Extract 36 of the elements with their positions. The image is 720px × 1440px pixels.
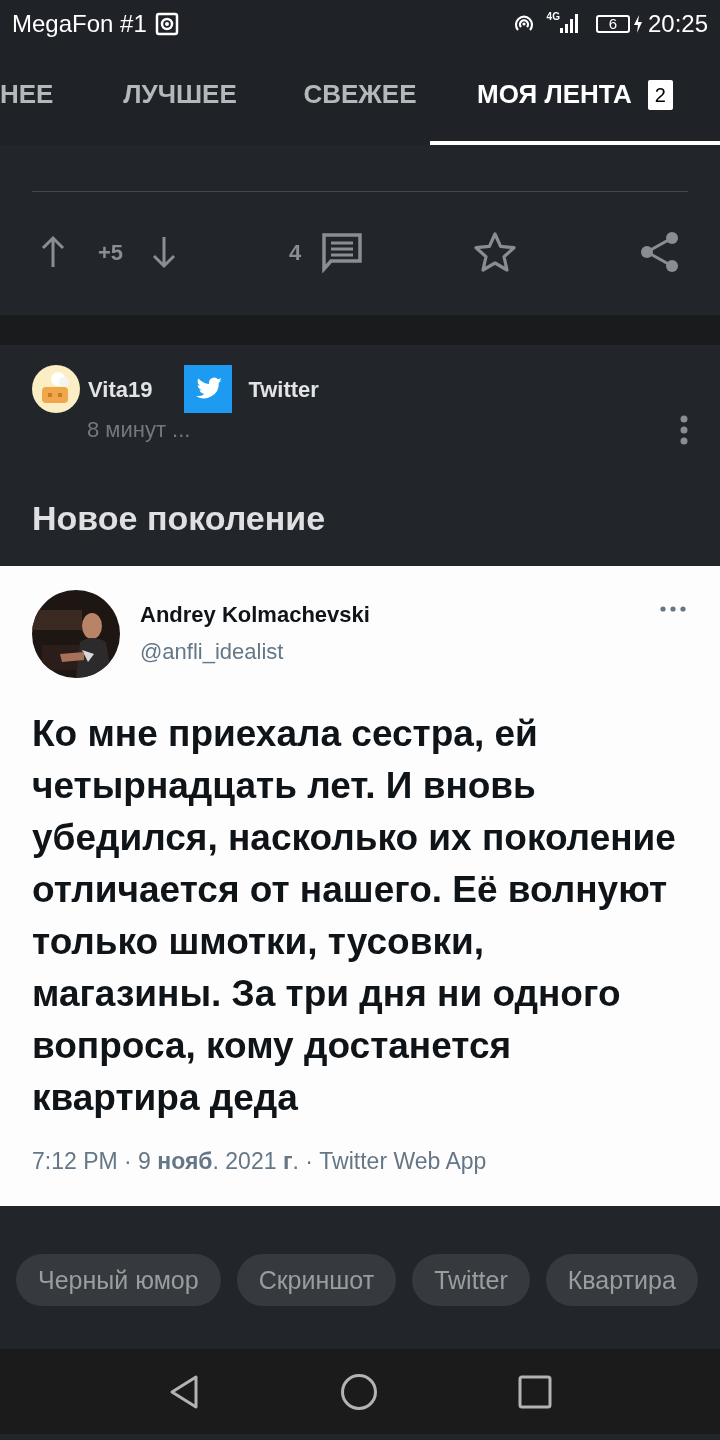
arrow-down-icon[interactable] — [151, 235, 178, 269]
signal-icon — [559, 13, 580, 35]
tag-chip[interactable]: Квартира — [545, 1254, 698, 1306]
carrier-name: MegaFon #1 — [12, 9, 147, 39]
comment-icon[interactable] — [321, 231, 364, 273]
rating: +5 — [98, 238, 124, 267]
bird-icon — [184, 365, 233, 413]
post-title: Новое поколение — [32, 498, 327, 538]
tag-chip[interactable]: Скриншот — [236, 1254, 397, 1306]
arrow-up-icon[interactable] — [40, 235, 66, 269]
network-type: 4G — [546, 12, 560, 22]
tab[interactable]: СВЕЖЕЕ — [290, 48, 430, 145]
count-badge: 2 — [647, 79, 673, 110]
community-name[interactable]: Twitter — [248, 372, 319, 406]
back-icon[interactable] — [168, 1373, 200, 1410]
share-icon[interactable] — [640, 231, 680, 273]
post-time: 8 минут ... — [87, 416, 191, 444]
comment-count: 4 — [289, 238, 302, 267]
tweet-handle: @anfli_idealist — [140, 638, 285, 666]
battery-indicator: 6 — [595, 15, 630, 33]
tweet-text: Ко мне приехала сестра, ей четырнадцать лет. И вновь убедился, насколько их поколение отличается от нашего. Её волнуют только шмотки, тусовки, магазины. За три дня ни одного вопроса, кому достанется квартира деда — [32, 712, 677, 1120]
clock: 20:25 — [647, 9, 708, 39]
tweet-meta: 7:12 PM · 9 нояб. 2021 г. · Twitter Web App — [32, 1147, 488, 1176]
tab[interactable]: ЛУЧШЕЕ — [70, 48, 290, 145]
recents-icon[interactable] — [518, 1374, 552, 1409]
author-name[interactable]: Vita19 — [88, 372, 153, 406]
charging-icon — [631, 14, 644, 34]
more-options-icon[interactable] — [680, 414, 688, 445]
tag-chip[interactable]: Черный юмор — [16, 1254, 221, 1306]
screen-record-icon — [154, 12, 179, 36]
star-icon[interactable] — [473, 231, 518, 273]
tag-chip[interactable]: Twitter — [412, 1254, 530, 1306]
tweet-author-name: Andrey Kolmachevski — [140, 601, 370, 629]
home-icon[interactable] — [340, 1372, 378, 1411]
more-options-icon — [660, 606, 686, 612]
tab[interactable]: НЕЕ — [0, 48, 70, 145]
